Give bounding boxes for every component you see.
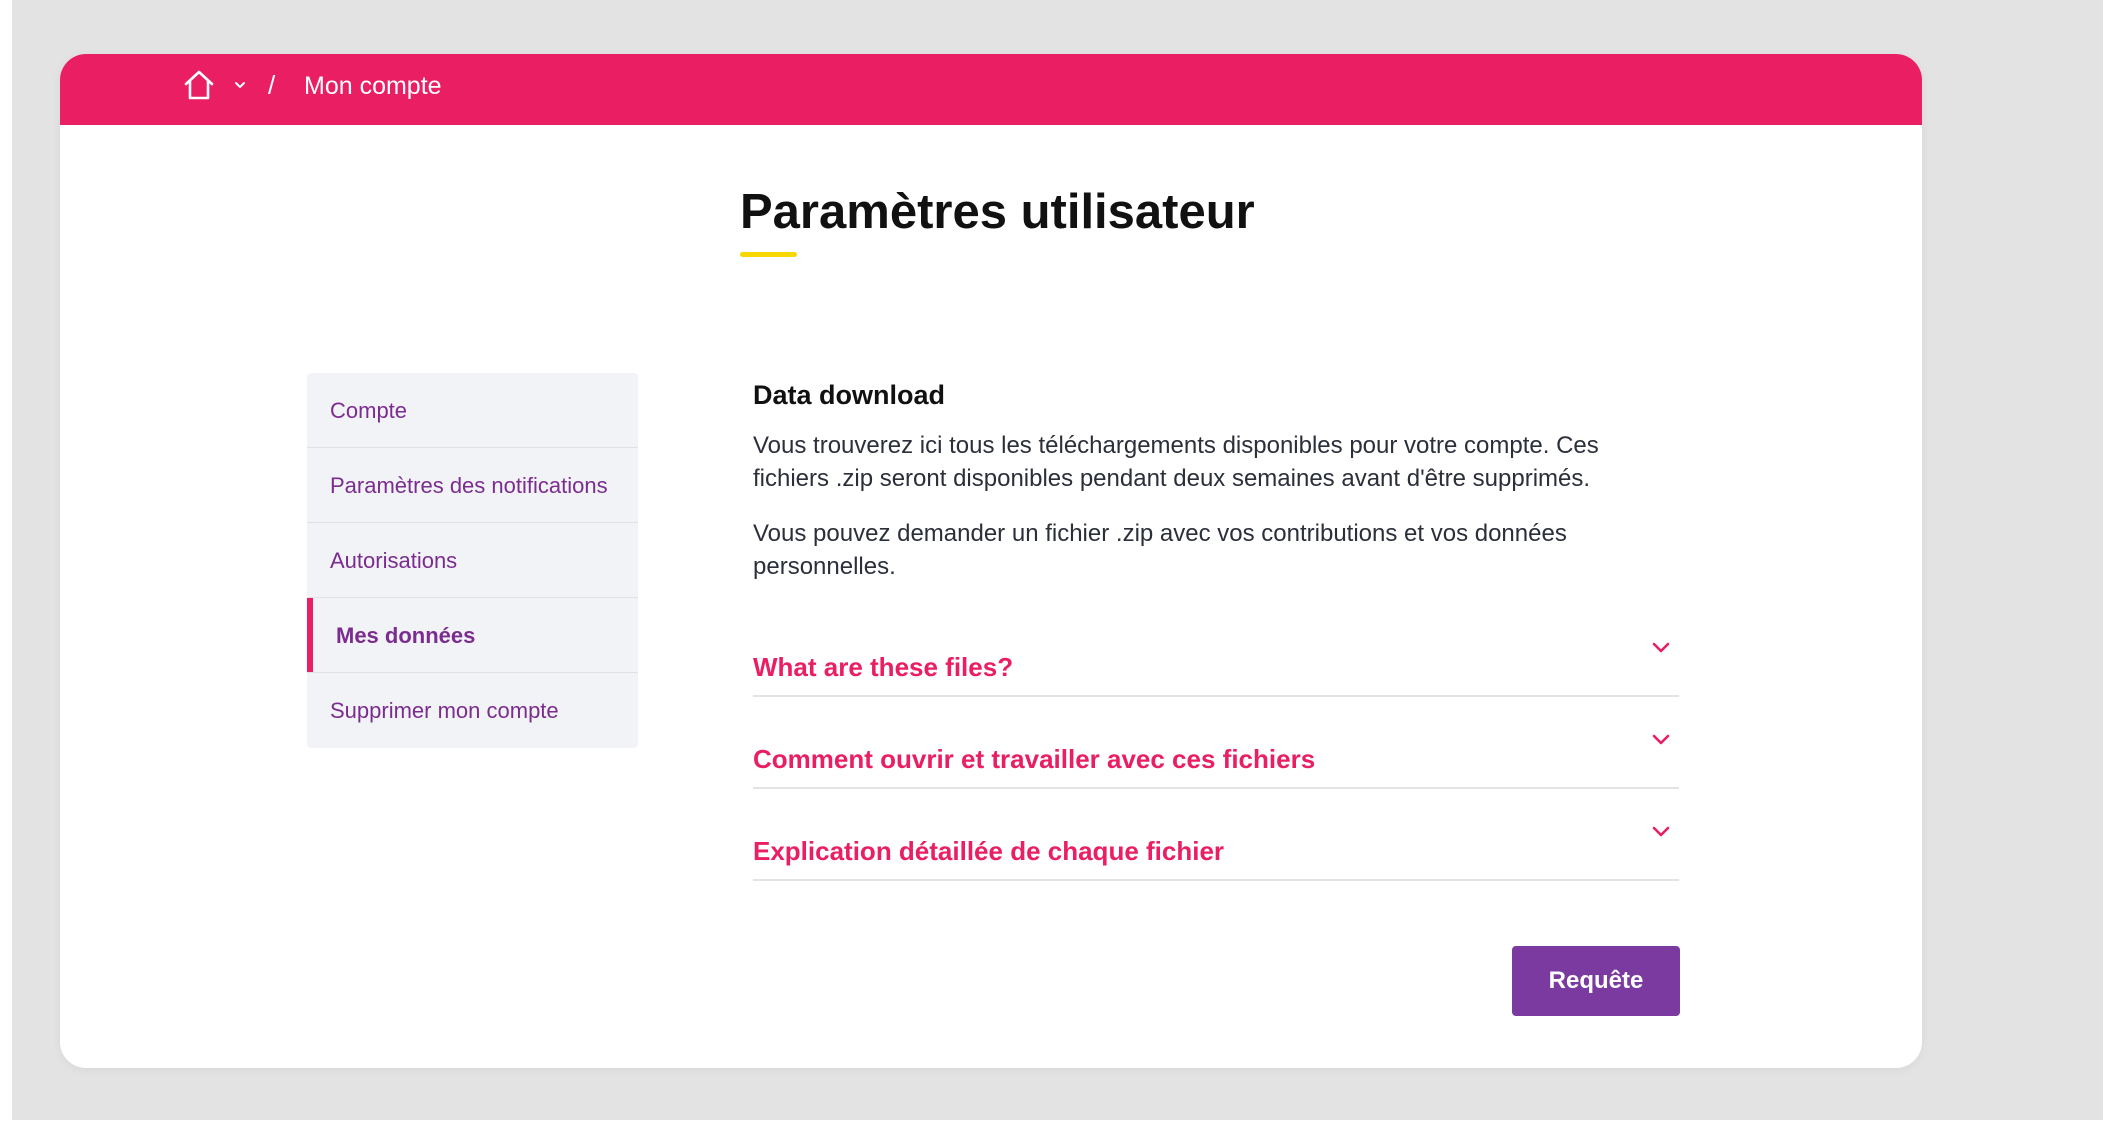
data-download-section: Data download Vous trouverez ici tous le…	[753, 372, 1679, 881]
description-paragraph: Vous trouverez ici tous les téléchargeme…	[753, 432, 1599, 492]
request-button[interactable]: Requête	[1512, 946, 1680, 1016]
section-title: Data download	[753, 380, 946, 410]
settings-sidebar: Compte Paramètres des notifications Auto…	[307, 373, 638, 748]
settings-card: / Mon compte Paramètres utilisateur Comp…	[60, 54, 1922, 1068]
sidebar-item-mes-donnees[interactable]: Mes données	[307, 598, 638, 673]
home-icon[interactable]	[182, 68, 216, 102]
accordion-label: Explication détaillée de chaque fichier	[753, 836, 1225, 866]
request-info-paragraph: Vous pouvez demander un fichier .zip ave…	[753, 520, 1567, 580]
chevron-down-icon	[1652, 642, 1670, 653]
accordion-item-what-are-files[interactable]: What are these files?	[753, 609, 1679, 697]
chevron-down-icon	[1652, 826, 1670, 837]
accordion-item-how-to-open[interactable]: Comment ouvrir et travailler avec ces fi…	[753, 697, 1679, 789]
chevron-down-icon[interactable]	[232, 77, 248, 93]
title-underline	[740, 252, 797, 257]
sidebar-item-notifications[interactable]: Paramètres des notifications	[307, 448, 638, 523]
sidebar-item-compte[interactable]: Compte	[307, 373, 638, 448]
chevron-down-icon	[1652, 734, 1670, 745]
accordion-label: What are these files?	[753, 652, 1014, 682]
page-title: Paramètres utilisateur	[740, 185, 1255, 239]
breadcrumb-separator: /	[268, 70, 276, 100]
breadcrumb-bar: / Mon compte	[60, 54, 1922, 125]
breadcrumb-current: Mon compte	[304, 72, 442, 100]
sidebar-item-autorisations[interactable]: Autorisations	[307, 523, 638, 598]
sidebar-item-supprimer-compte[interactable]: Supprimer mon compte	[307, 673, 638, 748]
accordion-item-file-explanation[interactable]: Explication détaillée de chaque fichier	[753, 789, 1679, 881]
accordion-label: Comment ouvrir et travailler avec ces fi…	[753, 744, 1316, 774]
faq-accordion: What are these files? Comment ouvrir et …	[753, 609, 1679, 881]
